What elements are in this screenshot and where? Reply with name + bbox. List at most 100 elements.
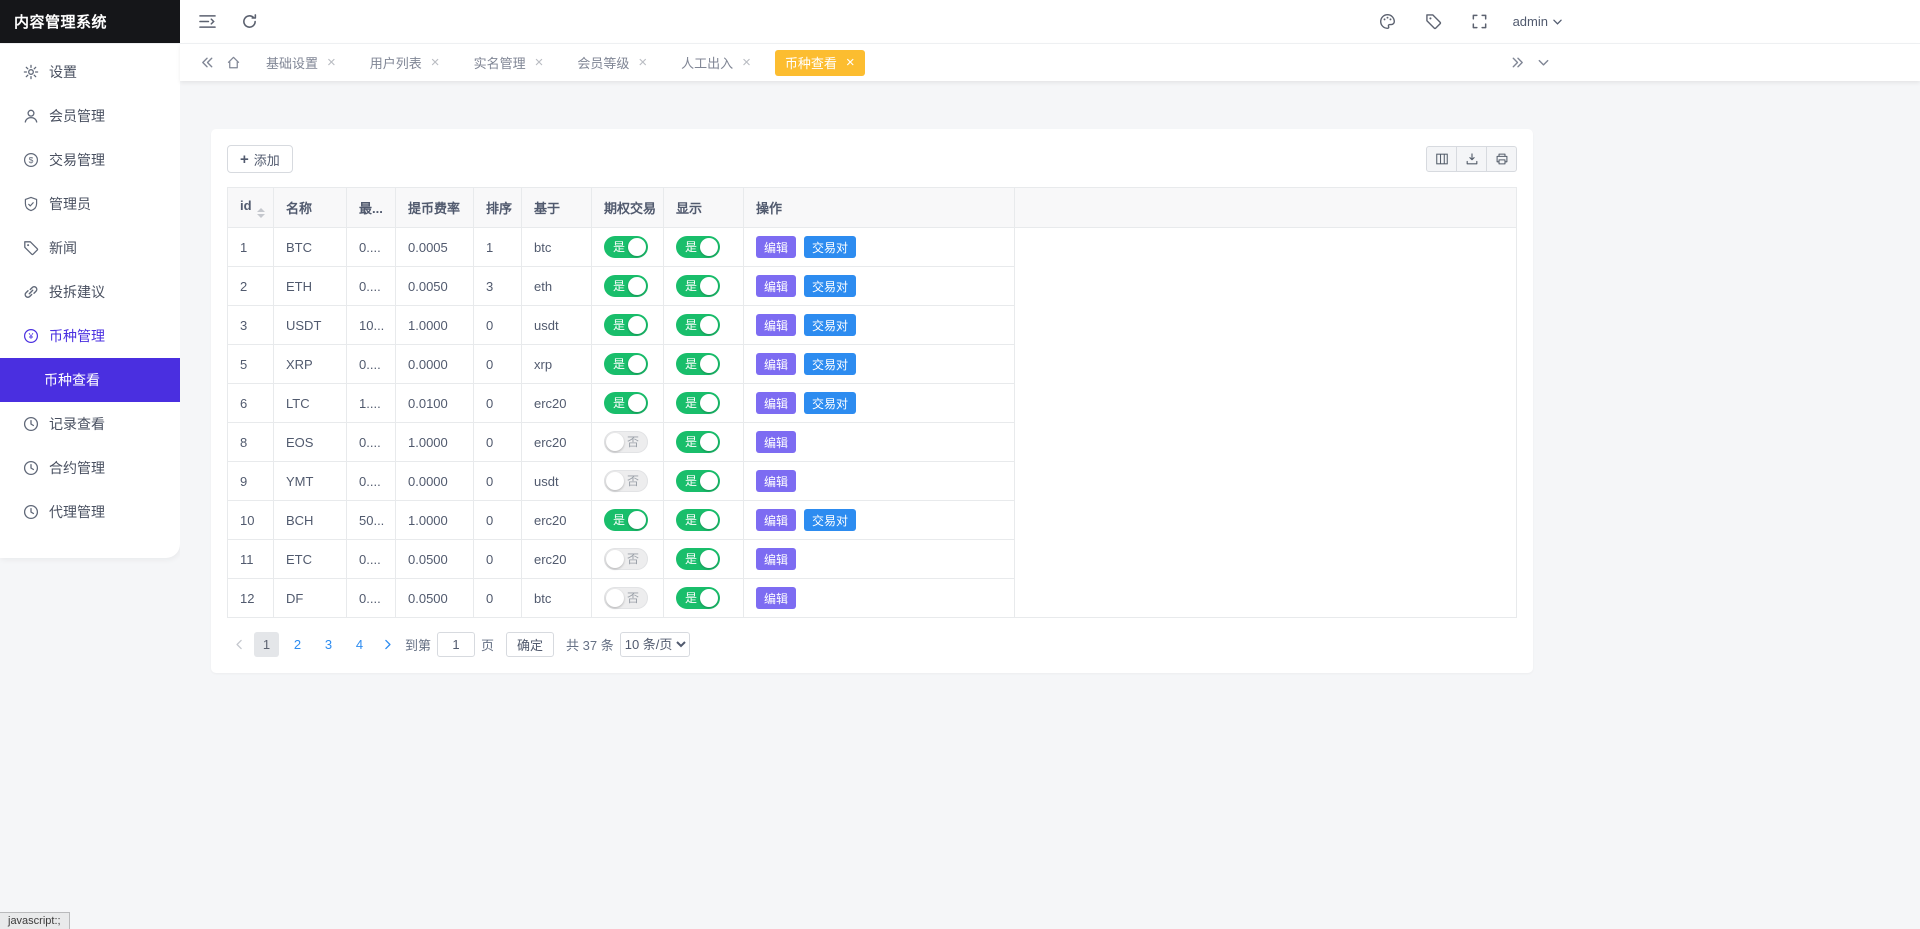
toggle-on[interactable]: 是 <box>604 314 648 336</box>
toggle-off[interactable]: 否 <box>604 470 648 492</box>
tab-close-icon[interactable]: × <box>535 55 544 70</box>
confirm-button[interactable]: 确定 <box>506 632 554 657</box>
toggle-on[interactable]: 是 <box>604 392 648 414</box>
tab-close-icon[interactable]: × <box>638 55 647 70</box>
edit-button[interactable]: 编辑 <box>756 548 796 570</box>
toggle-on[interactable]: 是 <box>604 509 648 531</box>
toggle-on[interactable]: 是 <box>676 353 720 375</box>
home-tab-icon[interactable] <box>220 50 246 76</box>
edit-button[interactable]: 编辑 <box>756 275 796 297</box>
pair-button[interactable]: 交易对 <box>804 509 856 531</box>
page-button-4[interactable]: 4 <box>347 632 372 657</box>
toggle-on[interactable]: 是 <box>676 587 720 609</box>
tabs-scroll-left-icon[interactable] <box>194 50 220 76</box>
cell-name: LTC <box>274 384 347 423</box>
edit-button[interactable]: 编辑 <box>756 431 796 453</box>
pair-button[interactable]: 交易对 <box>804 353 856 375</box>
edit-button[interactable]: 编辑 <box>756 470 796 492</box>
edit-button[interactable]: 编辑 <box>756 236 796 258</box>
tab-0[interactable]: 基础设置× <box>256 50 346 76</box>
print-button[interactable] <box>1486 146 1517 172</box>
toggle-on[interactable]: 是 <box>604 275 648 297</box>
refresh-icon[interactable] <box>232 5 266 39</box>
sidebar-item-contract-management[interactable]: 合约管理 <box>0 446 180 490</box>
toggle-knob <box>700 355 718 373</box>
toggle-on[interactable]: 是 <box>604 353 648 375</box>
theme-icon[interactable] <box>1371 5 1405 39</box>
toggle-knob <box>628 238 646 256</box>
edit-button[interactable]: 编辑 <box>756 509 796 531</box>
page-size-select[interactable]: 10 条/页 <box>620 632 690 657</box>
fullscreen-icon[interactable] <box>1463 5 1497 39</box>
cell-name: ETC <box>274 540 347 579</box>
toggle-off[interactable]: 否 <box>604 431 648 453</box>
cell-show: 是 <box>664 228 744 267</box>
columns-button[interactable] <box>1426 146 1457 172</box>
toggle-on[interactable]: 是 <box>676 392 720 414</box>
cell-sort: 0 <box>474 579 522 618</box>
edit-button[interactable]: 编辑 <box>756 314 796 336</box>
cell-fee: 1.0000 <box>396 423 474 462</box>
cell-show: 是 <box>664 579 744 618</box>
toggle-on[interactable]: 是 <box>604 236 648 258</box>
toggle-knob <box>700 277 718 295</box>
sidebar-item-news[interactable]: 新闻 <box>0 226 180 270</box>
tab-2[interactable]: 实名管理× <box>464 50 554 76</box>
toggle-on[interactable]: 是 <box>676 275 720 297</box>
sidebar-item-label: 会员管理 <box>49 106 105 126</box>
edit-button[interactable]: 编辑 <box>756 392 796 414</box>
pair-button[interactable]: 交易对 <box>804 275 856 297</box>
tab-4[interactable]: 人工出入× <box>671 50 761 76</box>
toggle-on[interactable]: 是 <box>676 470 720 492</box>
toggle-on[interactable]: 是 <box>676 509 720 531</box>
prev-page-icon[interactable] <box>227 633 251 657</box>
toggle-knob <box>700 589 718 607</box>
page-button-1[interactable]: 1 <box>254 632 279 657</box>
tab-close-icon[interactable]: × <box>431 55 440 70</box>
goto-page-input[interactable] <box>437 632 475 657</box>
tabs-scroll-right-icon[interactable] <box>1504 50 1530 76</box>
cell-sort: 1 <box>474 228 522 267</box>
pair-button[interactable]: 交易对 <box>804 314 856 336</box>
sort-icon[interactable] <box>257 208 265 218</box>
pair-button[interactable]: 交易对 <box>804 236 856 258</box>
sidebar-item-settings[interactable]: 设置 <box>0 50 180 94</box>
tab-close-icon[interactable]: × <box>742 55 751 70</box>
toggle-off[interactable]: 否 <box>604 548 648 570</box>
toggle-on[interactable]: 是 <box>676 236 720 258</box>
toggle-off[interactable]: 否 <box>604 587 648 609</box>
add-button[interactable]: + 添加 <box>227 145 293 173</box>
page-button-2[interactable]: 2 <box>285 632 310 657</box>
edit-button[interactable]: 编辑 <box>756 353 796 375</box>
tab-5[interactable]: 币种查看× <box>775 50 865 76</box>
tab-close-icon[interactable]: × <box>846 55 855 70</box>
column-header-0[interactable]: id <box>228 188 274 228</box>
user-menu[interactable]: admin <box>1513 14 1562 29</box>
toggle-on[interactable]: 是 <box>676 314 720 336</box>
sidebar-item-record-view[interactable]: 记录查看 <box>0 402 180 446</box>
sidebar-item-currency-view[interactable]: 币种查看 <box>0 358 180 402</box>
tag-icon[interactable] <box>1417 5 1451 39</box>
next-page-icon[interactable] <box>375 633 399 657</box>
cell-name: BTC <box>274 228 347 267</box>
collapse-menu-icon[interactable] <box>190 5 224 39</box>
sidebar-item-trade-management[interactable]: $交易管理 <box>0 138 180 182</box>
sidebar-item-label: 币种查看 <box>44 370 100 390</box>
sidebar-item-administrators[interactable]: 管理员 <box>0 182 180 226</box>
sidebar-item-feedback[interactable]: 投拆建议 <box>0 270 180 314</box>
sidebar-item-currency-management[interactable]: ¥币种管理 <box>0 314 180 358</box>
tab-close-icon[interactable]: × <box>327 55 336 70</box>
topbar-right: admin <box>1359 5 1562 39</box>
toggle-on[interactable]: 是 <box>676 431 720 453</box>
pair-button[interactable]: 交易对 <box>804 392 856 414</box>
export-button[interactable] <box>1456 146 1487 172</box>
page-button-3[interactable]: 3 <box>316 632 341 657</box>
tab-1[interactable]: 用户列表× <box>360 50 450 76</box>
sidebar-item-agent-management[interactable]: 代理管理 <box>0 490 180 534</box>
tabs-menu-icon[interactable] <box>1530 50 1556 76</box>
edit-button[interactable]: 编辑 <box>756 587 796 609</box>
toggle-on[interactable]: 是 <box>676 548 720 570</box>
sidebar-item-member-management[interactable]: 会员管理 <box>0 94 180 138</box>
tab-3[interactable]: 会员等级× <box>567 50 657 76</box>
cell-id: 1 <box>228 228 274 267</box>
